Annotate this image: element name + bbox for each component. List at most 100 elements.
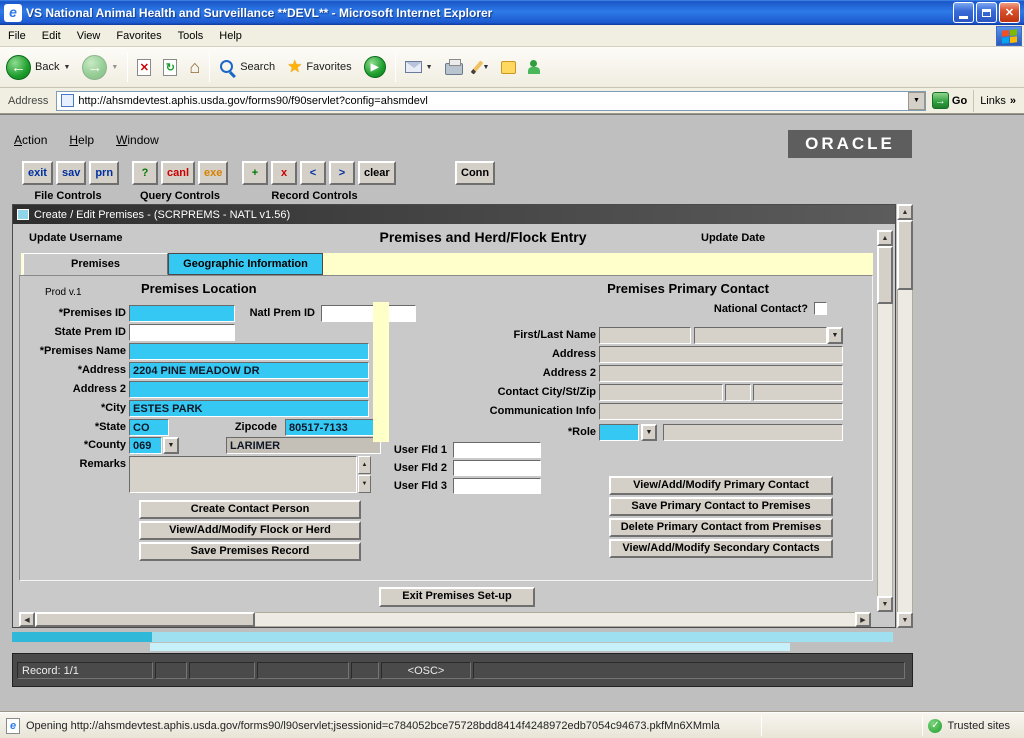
query-help-button[interactable]: ? xyxy=(132,161,158,185)
home-button[interactable]: ⌂ xyxy=(183,50,206,84)
contact-address-field[interactable] xyxy=(599,346,843,363)
query-cancel-button[interactable]: canl xyxy=(161,161,195,185)
record-add-button[interactable]: + xyxy=(242,161,268,185)
refresh-button[interactable]: ↻ xyxy=(157,50,183,84)
national-contact-checkbox[interactable] xyxy=(814,302,827,315)
create-contact-person-button[interactable]: Create Contact Person xyxy=(139,500,361,519)
menu-favorites[interactable]: Favorites xyxy=(108,27,169,45)
state-prem-id-field[interactable] xyxy=(129,324,235,341)
tab-premises[interactable]: Premises xyxy=(23,253,168,275)
close-button[interactable]: ✕ xyxy=(999,2,1020,23)
last-name-field[interactable] xyxy=(694,327,827,344)
last-name-dropdown-button[interactable]: ▼ xyxy=(827,327,843,344)
save-premises-record-button[interactable]: Save Premises Record xyxy=(139,542,361,561)
form-scroll-up-button[interactable]: ▲ xyxy=(877,230,893,246)
exit-button-toolbar[interactable]: exit xyxy=(22,161,53,185)
media-button[interactable]: ▶ xyxy=(358,50,392,84)
role-field[interactable] xyxy=(599,424,639,441)
menu-edit[interactable]: Edit xyxy=(34,27,69,45)
record-clear-button[interactable]: clear xyxy=(358,161,396,185)
remarks-scroll-up-button[interactable]: ▲ xyxy=(358,456,371,474)
go-button[interactable]: → Go xyxy=(926,92,973,109)
links-chevron-icon: » xyxy=(1010,95,1016,107)
user-fld-2-field[interactable] xyxy=(453,460,541,476)
premises-name-field[interactable] xyxy=(129,343,369,360)
contact-address2-field[interactable] xyxy=(599,365,843,382)
print-button-toolbar[interactable]: prn xyxy=(89,161,119,185)
links-button[interactable]: Links » xyxy=(973,90,1024,112)
record-next-button[interactable]: > xyxy=(329,161,355,185)
user-fld-1-field[interactable] xyxy=(453,442,541,458)
applet-scroll-down-button[interactable]: ▼ xyxy=(897,612,913,628)
address-dropdown-button[interactable]: ▼ xyxy=(908,92,925,110)
forward-button[interactable]: → ▼ xyxy=(76,50,124,84)
role-dropdown-button[interactable]: ▼ xyxy=(641,424,657,441)
applet-vscroll-thumb[interactable] xyxy=(897,220,913,290)
search-button[interactable]: Search xyxy=(213,50,281,84)
back-label: Back xyxy=(35,61,59,73)
premises-id-field[interactable] xyxy=(129,305,235,322)
minimize-button[interactable] xyxy=(953,2,974,23)
city-field[interactable]: ESTES PARK xyxy=(129,400,369,417)
applet-menu-action[interactable]: Action xyxy=(14,133,47,147)
mail-button[interactable]: ▼ xyxy=(399,50,439,84)
mail-icon xyxy=(405,61,422,73)
delete-primary-contact-button[interactable]: Delete Primary Contact from Premises xyxy=(609,518,833,537)
communication-info-field[interactable] xyxy=(599,403,843,420)
menu-file[interactable]: File xyxy=(0,27,34,45)
applet-scroll-up-button[interactable]: ▲ xyxy=(897,204,913,220)
view-add-modify-secondary-contacts-button[interactable]: View/Add/Modify Secondary Contacts xyxy=(609,539,833,558)
discuss-button[interactable] xyxy=(495,50,522,84)
applet-menu-help[interactable]: Help xyxy=(69,133,94,147)
tab-geographic-information[interactable]: Geographic Information xyxy=(168,253,323,275)
form-scroll-right-button[interactable]: ▶ xyxy=(855,612,871,627)
trusted-sites-icon: ✓ xyxy=(928,719,942,733)
save-primary-contact-button[interactable]: Save Primary Contact to Premises xyxy=(609,497,833,516)
form-vscroll-thumb[interactable] xyxy=(877,246,893,304)
remarks-field[interactable] xyxy=(129,456,357,493)
user-fld-3-field[interactable] xyxy=(453,478,541,494)
zipcode-field[interactable]: 80517-7133 xyxy=(285,419,381,436)
county-code-field[interactable]: 069 xyxy=(129,437,162,454)
back-button[interactable]: ← Back ▼ xyxy=(0,50,76,84)
state-field[interactable]: CO xyxy=(129,419,169,436)
form-hscroll-thumb[interactable] xyxy=(35,612,255,627)
favorites-button[interactable]: ★ Favorites xyxy=(281,50,358,84)
county-dropdown-button[interactable]: ▼ xyxy=(163,437,179,454)
contact-address-label: Address xyxy=(468,348,596,360)
applet-menu-window[interactable]: Window xyxy=(116,133,159,147)
view-add-modify-flock-button[interactable]: View/Add/Modify Flock or Herd xyxy=(139,521,361,540)
form-scroll-down-button[interactable]: ▼ xyxy=(877,596,893,612)
query-execute-button[interactable]: exe xyxy=(198,161,228,185)
form-window-icon xyxy=(17,209,29,220)
exit-premises-setup-button[interactable]: Exit Premises Set-up xyxy=(379,587,535,607)
mail-dropdown-icon[interactable]: ▼ xyxy=(426,64,433,71)
menu-tools[interactable]: Tools xyxy=(170,27,212,45)
menu-help[interactable]: Help xyxy=(211,27,250,45)
stop-button[interactable]: ✕ xyxy=(131,50,157,84)
print-button[interactable] xyxy=(439,50,469,84)
menu-view[interactable]: View xyxy=(69,27,109,45)
record-controls-group: + x < > clear xyxy=(242,161,396,185)
view-add-modify-primary-contact-button[interactable]: View/Add/Modify Primary Contact xyxy=(609,476,833,495)
remarks-scroll-down-button[interactable]: ▼ xyxy=(358,475,371,493)
update-username-label: Update Username xyxy=(29,232,123,244)
messenger-button[interactable] xyxy=(522,50,551,84)
address-field[interactable]: 2204 PINE MEADOW DR xyxy=(129,362,369,379)
contact-zip-field[interactable] xyxy=(753,384,843,401)
form-scroll-left-button[interactable]: ◀ xyxy=(19,612,35,627)
back-dropdown-icon[interactable]: ▼ xyxy=(63,64,70,71)
edit-button[interactable]: ▼ xyxy=(469,50,496,84)
address2-field[interactable] xyxy=(129,381,369,398)
natl-prem-id-field[interactable] xyxy=(321,305,416,322)
conn-button[interactable]: Conn xyxy=(455,161,495,185)
edit-dropdown-icon[interactable]: ▼ xyxy=(483,64,490,71)
address-input[interactable] xyxy=(78,93,908,109)
contact-state-field[interactable] xyxy=(725,384,751,401)
record-delete-button[interactable]: x xyxy=(271,161,297,185)
save-button-toolbar[interactable]: sav xyxy=(56,161,86,185)
maximize-button[interactable] xyxy=(976,2,997,23)
record-previous-button[interactable]: < xyxy=(300,161,326,185)
first-name-field[interactable] xyxy=(599,327,691,344)
contact-city-field[interactable] xyxy=(599,384,723,401)
